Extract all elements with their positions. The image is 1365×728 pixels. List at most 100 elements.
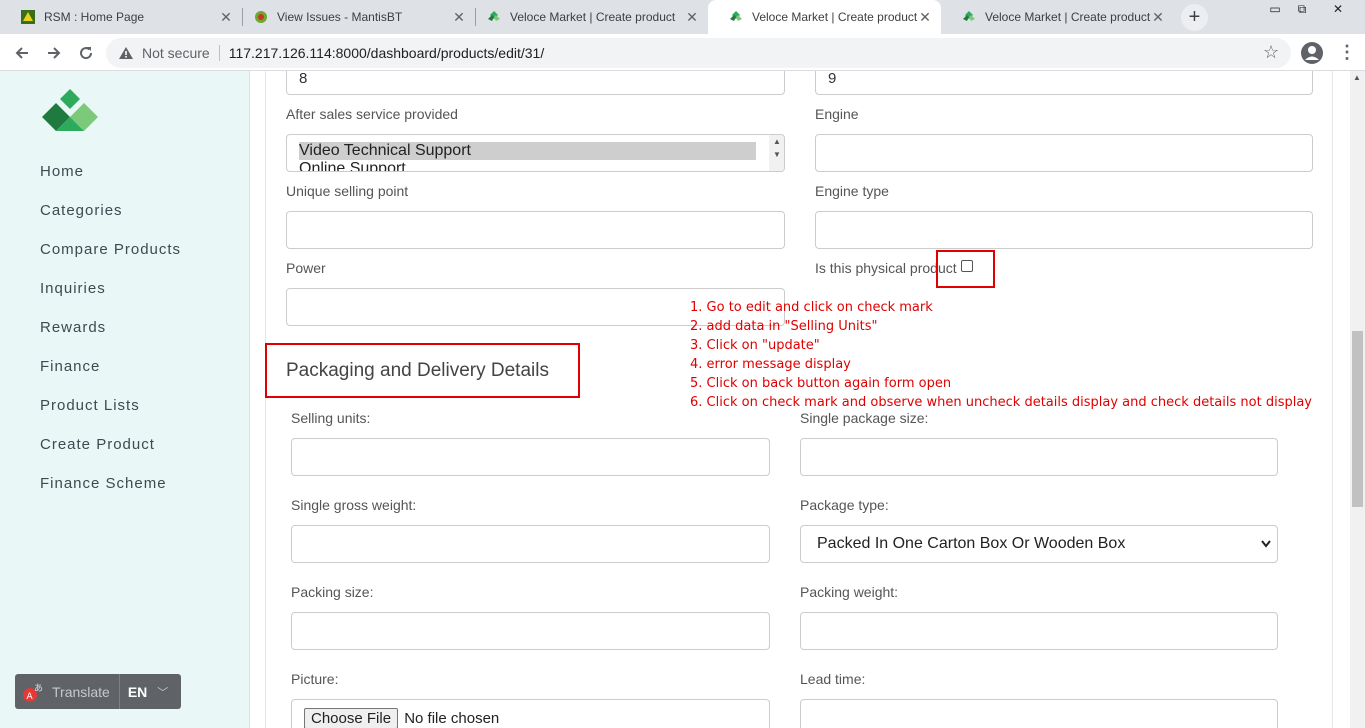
forward-button[interactable]	[40, 39, 68, 67]
url-divider	[218, 45, 220, 61]
browser-toolbar: Not secure 117.217.126.114:8000/dashboar…	[0, 34, 1365, 71]
tab-title: View Issues - MantisBT	[277, 10, 403, 24]
arrow-left-icon	[15, 47, 28, 59]
minimize-button[interactable]: ▭	[1260, 0, 1290, 18]
picture-file-input[interactable]: Choose File No file chosen	[291, 699, 770, 728]
lead-time-input[interactable]	[800, 699, 1278, 728]
veloce-favicon	[963, 11, 975, 21]
engine-label: Engine	[815, 106, 859, 122]
listbox-scrollbar[interactable]: ▲ ▼	[769, 135, 784, 171]
svg-text:A: A	[27, 692, 34, 702]
close-icon[interactable]: ✕	[451, 9, 467, 25]
url-text[interactable]: 117.217.126.114:8000/dashboard/products/…	[229, 45, 545, 61]
tab-veloce-3[interactable]: Veloce Market | Create product ✕	[941, 0, 1174, 34]
gross-weight-input[interactable]	[291, 525, 770, 563]
sidebar-item-finance-scheme[interactable]: Finance Scheme	[40, 475, 167, 492]
gross-weight-label: Single gross weight:	[291, 497, 417, 513]
profile-avatar-icon[interactable]	[1300, 41, 1324, 65]
single-package-label: Single package size:	[800, 410, 929, 426]
lead-time-label: Lead time:	[800, 671, 866, 687]
page-scrollbar[interactable]: ▲	[1350, 71, 1365, 728]
veloce-logo[interactable]	[42, 89, 100, 133]
after-sales-multiselect[interactable]: Video Technical Support Online Support ▲…	[286, 134, 785, 172]
tab-title: Veloce Market | Create product	[985, 10, 1151, 24]
sidebar-item-finance[interactable]: Finance	[40, 358, 100, 375]
tab-title: RSM : Home Page	[44, 10, 145, 24]
translate-icon: Aあ	[23, 683, 43, 702]
reload-icon	[80, 47, 93, 60]
chevron-down-icon: ﹀	[157, 686, 169, 699]
choose-file-button[interactable]: Choose File	[304, 708, 399, 728]
packing-size-input[interactable]	[291, 612, 770, 650]
veloce-favicon	[488, 11, 500, 21]
single-package-input[interactable]	[800, 438, 1278, 476]
selling-units-input[interactable]	[291, 438, 770, 476]
close-icon[interactable]: ✕	[218, 9, 234, 25]
sidebar-item-rewards[interactable]: Rewards	[40, 319, 106, 336]
translate-divider	[118, 674, 120, 709]
bookmark-star-icon[interactable]: ☆	[1263, 42, 1279, 63]
annotation-step: 3. Click on "update"	[690, 338, 820, 353]
scroll-up-arrow[interactable]: ▲	[1353, 73, 1361, 82]
sidebar-item-product-lists[interactable]: Product Lists	[40, 397, 140, 414]
file-status: No file chosen	[404, 710, 500, 727]
packing-weight-input[interactable]	[800, 612, 1278, 650]
engine-input[interactable]	[815, 134, 1313, 172]
after-sales-option[interactable]: Online Support	[299, 160, 406, 171]
annotation-step: 4. error message display	[690, 357, 851, 372]
tab-mantis[interactable]: View Issues - MantisBT ✕	[233, 0, 475, 34]
after-sales-label: After sales service provided	[286, 106, 458, 122]
restore-button[interactable]: ⧉	[1287, 0, 1317, 18]
sidebar-item-create-product[interactable]: Create Product	[40, 436, 155, 453]
top-right-input[interactable]: 9	[815, 71, 1313, 95]
annotation-step: 6. Click on check mark and observe when …	[690, 395, 1312, 410]
tab-rsm-home[interactable]: RSM : Home Page ✕	[0, 0, 242, 34]
svg-text:あ: あ	[34, 683, 43, 694]
tab-veloce-1[interactable]: Veloce Market | Create product ✕	[466, 0, 708, 34]
warning-icon	[119, 47, 133, 59]
language-code: EN	[127, 683, 148, 700]
sidebar-item-inquiries[interactable]: Inquiries	[40, 280, 106, 297]
menu-kebab-icon[interactable]: ⋮	[1338, 42, 1356, 63]
package-type-label: Package type:	[800, 497, 889, 513]
packing-size-label: Packing size:	[291, 584, 374, 600]
usp-input[interactable]	[286, 211, 785, 249]
tab-title: Veloce Market | Create product	[510, 10, 676, 24]
annotation-step: 5. Click on back button again form open	[690, 376, 952, 391]
checkbox-highlight-box	[936, 250, 995, 288]
picture-label: Picture:	[291, 671, 339, 687]
after-sales-option-selected[interactable]: Video Technical Support	[299, 142, 756, 160]
sidebar-item-home[interactable]: Home	[40, 163, 84, 180]
mantis-favicon	[255, 11, 267, 23]
security-label: Not secure	[142, 45, 210, 61]
packing-weight-label: Packing weight:	[800, 584, 899, 600]
back-button[interactable]	[8, 39, 36, 67]
sidebar-item-categories[interactable]: Categories	[40, 202, 123, 219]
rsm-favicon	[21, 10, 35, 24]
window-close-button[interactable]: ✕	[1323, 0, 1353, 18]
scrollbar-thumb[interactable]	[1352, 331, 1363, 507]
top-left-input[interactable]: 8	[286, 71, 785, 95]
new-tab-button[interactable]: +	[1181, 4, 1208, 31]
close-icon[interactable]: ✕	[917, 9, 933, 25]
close-icon[interactable]: ✕	[1150, 9, 1166, 25]
engine-type-input[interactable]	[815, 211, 1313, 249]
address-bar[interactable]: Not secure 117.217.126.114:8000/dashboar…	[106, 38, 1291, 68]
reload-button[interactable]	[72, 39, 100, 67]
tab-strip: RSM : Home Page ✕ View Issues - MantisBT…	[0, 0, 1365, 34]
engine-type-label: Engine type	[815, 183, 889, 199]
sidebar-item-compare-products[interactable]: Compare Products	[40, 241, 181, 258]
translate-widget[interactable]: Aあ Translate EN ﹀	[15, 674, 181, 709]
chevron-down-icon	[1261, 540, 1271, 548]
selling-units-label: Selling units:	[291, 410, 371, 426]
arrow-right-icon	[48, 47, 61, 59]
annotation-step: 2. add data in "Selling Units"	[690, 319, 878, 334]
package-type-value: Packed In One Carton Box Or Wooden Box	[817, 535, 1126, 552]
package-type-select[interactable]: Packed In One Carton Box Or Wooden Box	[800, 525, 1278, 563]
close-icon[interactable]: ✕	[684, 9, 700, 25]
veloce-favicon	[730, 11, 742, 21]
tab-veloce-active[interactable]: Veloce Market | Create product ✕	[708, 0, 941, 34]
bug-annotation: 1. Go to edit and click on check mark 2.…	[690, 298, 1312, 412]
section-highlight-box	[265, 343, 580, 398]
annotation-step: 1. Go to edit and click on check mark	[690, 300, 933, 315]
